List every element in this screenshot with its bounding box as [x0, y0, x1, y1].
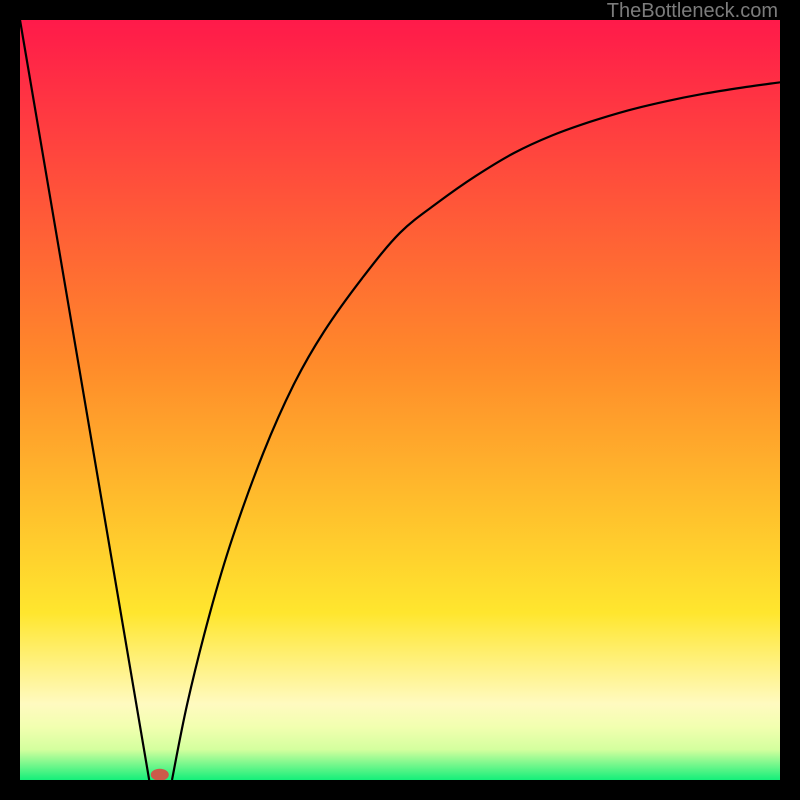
watermark-text: TheBottleneck.com [607, 0, 778, 23]
chart-frame [20, 20, 780, 780]
bottleneck-chart [20, 20, 780, 780]
gradient-background [20, 20, 780, 780]
